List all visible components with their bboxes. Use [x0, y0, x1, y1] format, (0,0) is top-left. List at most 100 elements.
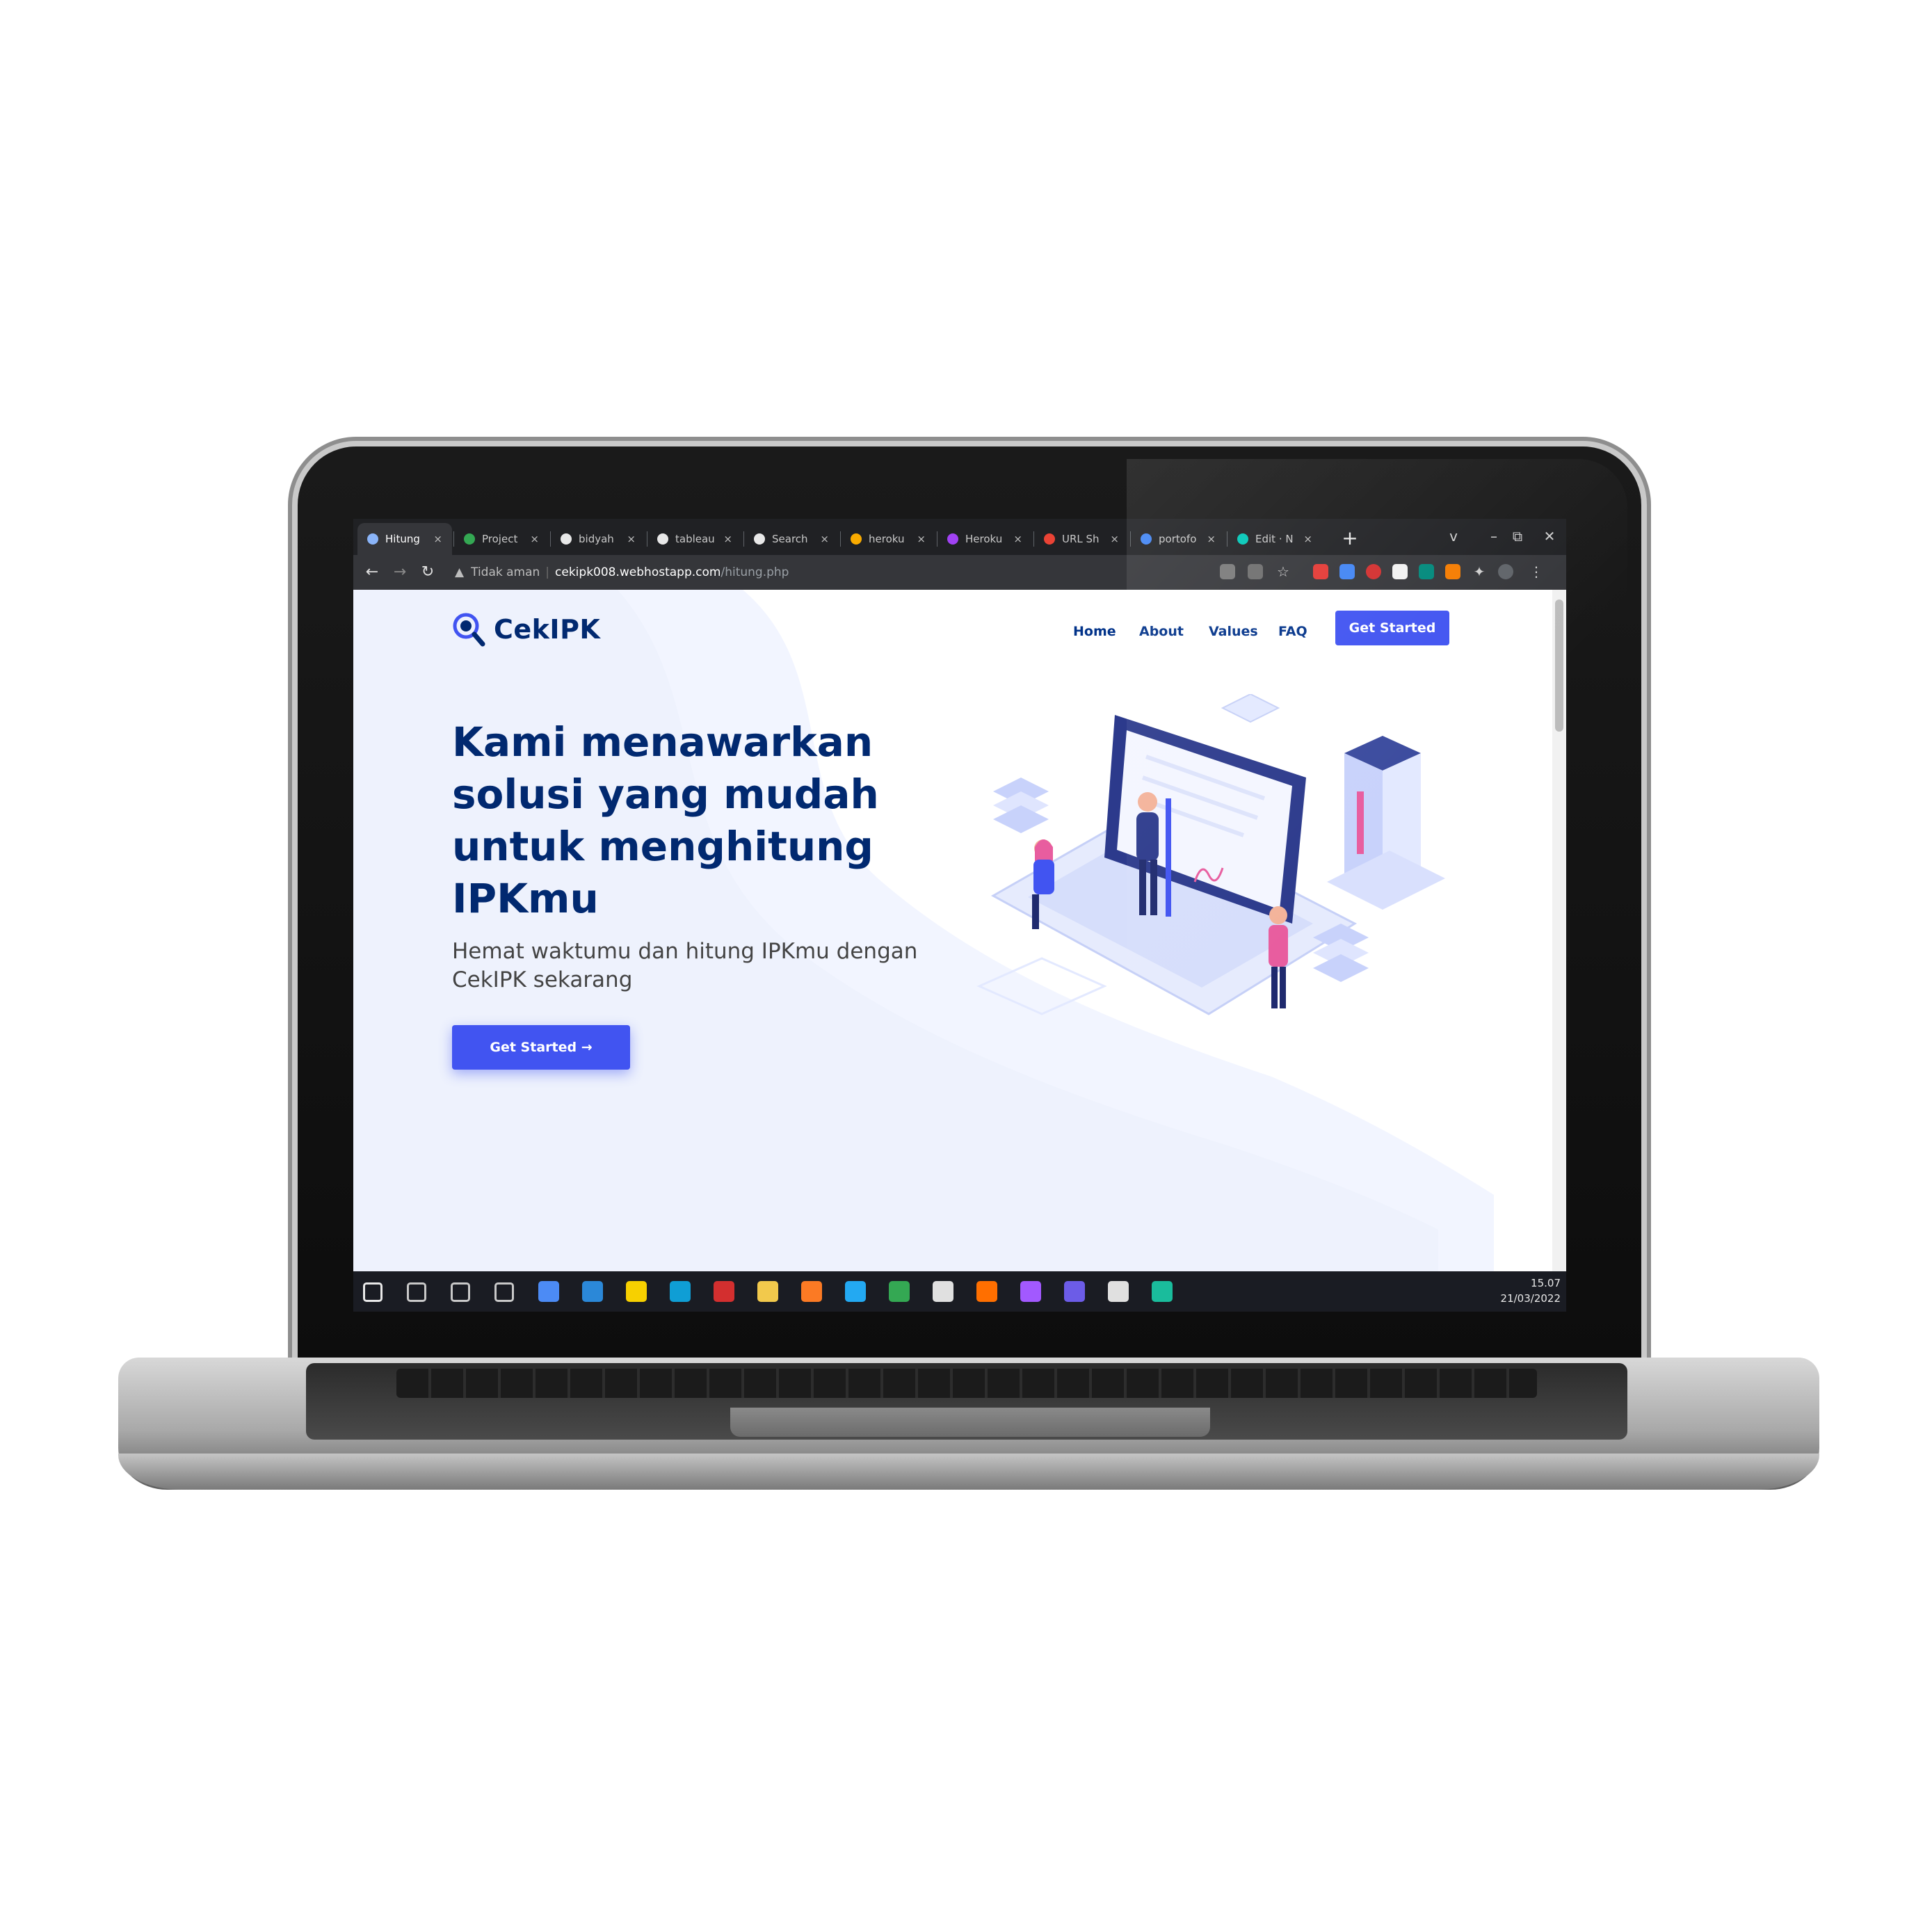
tab-close-icon[interactable]: ×	[433, 533, 442, 545]
hero-illustration	[976, 694, 1445, 1015]
browser-tab[interactable]: portofo ×	[1131, 523, 1225, 555]
tab-favicon-icon	[947, 533, 958, 545]
vscode-icon[interactable]	[845, 1281, 866, 1302]
translate-icon[interactable]	[1220, 564, 1235, 579]
back-arrow-icon[interactable]: ←	[362, 562, 383, 583]
tab-search-button[interactable]: v	[1440, 526, 1467, 547]
bookmark-star-icon[interactable]: ☆	[1275, 564, 1291, 579]
tab-favicon-icon	[1044, 533, 1055, 545]
url-path: /hitung.php	[721, 565, 789, 579]
tab-label: portofo	[1159, 533, 1197, 545]
tab-close-icon[interactable]: ×	[1303, 533, 1312, 545]
tab-favicon-icon	[464, 533, 475, 545]
warning-icon: ▲	[455, 565, 465, 579]
extension-teal-icon[interactable]	[1419, 564, 1434, 579]
search-icon[interactable]	[407, 1282, 426, 1302]
page-viewport: CekIPK Home About Values FAQ Get Started…	[353, 590, 1566, 1271]
laptop-trackpad-notch	[730, 1408, 1210, 1437]
tab-label: bidyah	[579, 533, 614, 545]
browser-tab[interactable]: heroku ×	[841, 523, 935, 555]
windows-taskbar: 15.07 21/03/2022	[353, 1271, 1566, 1312]
new-tab-button[interactable]: +	[1339, 526, 1360, 551]
laptop-base-lip	[118, 1454, 1819, 1490]
browser-tab[interactable]: Hitung ×	[357, 523, 452, 555]
git-icon[interactable]	[1152, 1281, 1173, 1302]
file-explorer-icon[interactable]	[757, 1281, 778, 1302]
taskbar-clock[interactable]: 15.07 21/03/2022	[1501, 1275, 1561, 1306]
extension-red-icon[interactable]	[1313, 564, 1328, 579]
security-label: Tidak aman	[471, 565, 540, 579]
page-scrollbar[interactable]	[1552, 590, 1566, 1271]
obs-icon[interactable]	[1064, 1281, 1085, 1302]
extensions-puzzle-icon[interactable]: ✦	[1472, 564, 1487, 579]
tab-close-icon[interactable]: ×	[1013, 533, 1022, 545]
tab-close-icon[interactable]: ×	[627, 533, 636, 545]
task-view-icon[interactable]	[494, 1282, 514, 1302]
reload-icon[interactable]: ↻	[417, 562, 438, 583]
tab-close-icon[interactable]: ×	[917, 533, 926, 545]
forward-arrow-icon[interactable]: →	[389, 562, 410, 583]
sticky-notes-icon[interactable]	[626, 1281, 647, 1302]
pocket-icon[interactable]	[1366, 564, 1381, 579]
share-icon[interactable]	[1248, 564, 1263, 579]
url-host: cekipk008.webhostapp.com	[555, 565, 721, 579]
tab-label: Heroku	[965, 533, 1003, 545]
tab-close-icon[interactable]: ×	[1110, 533, 1119, 545]
laptop-keys	[396, 1369, 1537, 1398]
browser-tab[interactable]: bidyah ×	[551, 523, 645, 555]
nav-faq[interactable]: FAQ	[1278, 618, 1307, 645]
laptop-screen: Hitung × Project × bidyah × tableau × Search × her…	[353, 519, 1566, 1312]
tab-label: heroku	[869, 533, 905, 545]
tab-label: Search	[772, 533, 808, 545]
app-icon[interactable]	[933, 1281, 953, 1302]
record-icon[interactable]	[714, 1281, 734, 1302]
todo-icon[interactable]	[582, 1281, 603, 1302]
xampp-icon[interactable]	[801, 1281, 822, 1302]
tab-favicon-icon	[561, 533, 572, 545]
tab-favicon-icon	[367, 533, 378, 545]
chrome-icon[interactable]	[889, 1281, 910, 1302]
tab-favicon-icon	[1141, 533, 1152, 545]
tab-label: Project	[482, 533, 518, 545]
browser-tab[interactable]: Heroku ×	[937, 523, 1032, 555]
hero-get-started-button[interactable]: Get Started →	[452, 1025, 630, 1070]
metamask-icon[interactable]	[1445, 564, 1460, 579]
scrollbar-thumb[interactable]	[1555, 599, 1563, 732]
close-window-button[interactable]: ✕	[1536, 526, 1563, 547]
illustrator-icon[interactable]	[976, 1281, 997, 1302]
browser-tab[interactable]: Search ×	[744, 523, 839, 555]
tab-separator	[743, 531, 744, 547]
tab-close-icon[interactable]: ×	[820, 533, 829, 545]
extension-blue-icon[interactable]	[1339, 564, 1355, 579]
extension-doc-icon[interactable]	[1392, 564, 1408, 579]
tab-separator	[1130, 531, 1131, 547]
clock-date: 21/03/2022	[1500, 1292, 1561, 1305]
address-divider: |	[545, 565, 550, 579]
browser-tab[interactable]: URL Sh ×	[1034, 523, 1129, 555]
browser-tab[interactable]: Edit · N ×	[1227, 523, 1322, 555]
address-bar[interactable]: ▲ Tidak aman | cekipk008.webhostapp.com/hit…	[448, 561, 1191, 584]
windows-start-icon[interactable]	[363, 1282, 383, 1302]
tab-favicon-icon	[851, 533, 862, 545]
browser-tab[interactable]: Project ×	[454, 523, 549, 555]
figma-icon[interactable]	[1020, 1281, 1041, 1302]
tab-separator	[550, 531, 551, 547]
tab-close-icon[interactable]: ×	[530, 533, 539, 545]
restore-button[interactable]: ⧉	[1504, 526, 1531, 547]
nav-values[interactable]: Values	[1209, 618, 1258, 645]
profile-avatar[interactable]	[1498, 564, 1513, 579]
nav-get-started-button[interactable]: Get Started	[1335, 611, 1449, 645]
media-player-icon[interactable]	[538, 1281, 559, 1302]
tab-close-icon[interactable]: ×	[723, 533, 732, 545]
tab-close-icon[interactable]: ×	[1207, 533, 1216, 545]
browser-tab[interactable]: tableau ×	[647, 523, 742, 555]
nav-home[interactable]: Home	[1073, 618, 1116, 645]
edge-icon[interactable]	[670, 1281, 691, 1302]
hero-title: Kami menawarkan solusi yang mudah untuk …	[452, 718, 879, 922]
menu-kebab-icon[interactable]: ⋮	[1529, 564, 1544, 579]
cortana-icon[interactable]	[451, 1282, 470, 1302]
tab-label: tableau	[675, 533, 715, 545]
tab-label: Edit · N	[1255, 533, 1294, 545]
notepad-icon[interactable]	[1108, 1281, 1129, 1302]
nav-about[interactable]: About	[1139, 618, 1184, 645]
